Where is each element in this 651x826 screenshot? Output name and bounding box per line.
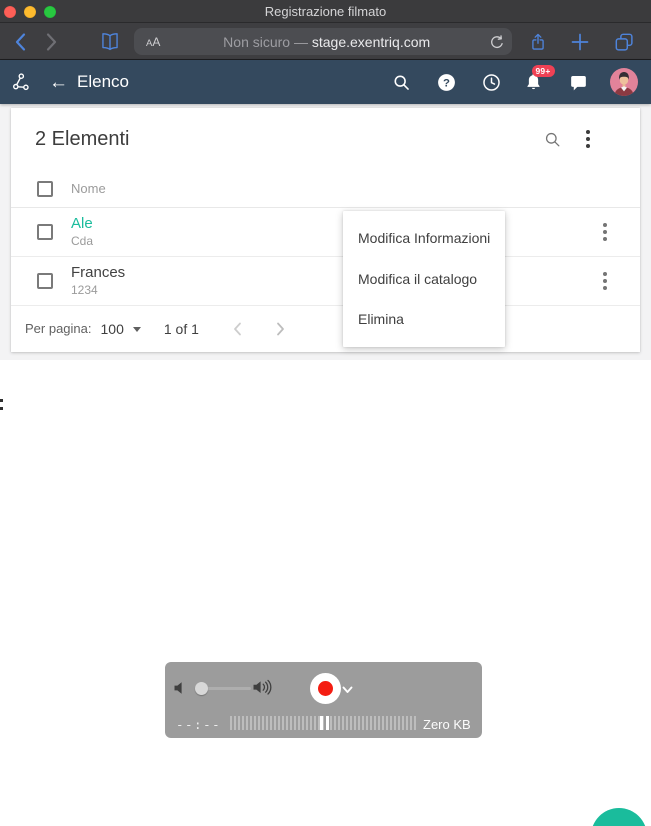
row-checkbox[interactable] xyxy=(37,273,53,289)
address-text: Non sicuro — stage.exentriq.com xyxy=(164,34,489,50)
add-fab-button[interactable] xyxy=(591,808,647,826)
per-page-label: Per pagina: xyxy=(25,321,92,336)
select-all-checkbox[interactable] xyxy=(37,181,53,197)
row-menu-button[interactable] xyxy=(601,221,609,243)
chevron-down-icon xyxy=(342,686,353,694)
list-search-button[interactable] xyxy=(543,130,562,149)
table-header-row: Nome xyxy=(11,170,640,208)
share-button[interactable] xyxy=(525,23,551,60)
app-header: ← Elenco ? 99+ xyxy=(0,60,651,104)
record-file-size: Zero KB xyxy=(423,717,471,732)
speaker-loud-icon xyxy=(253,679,274,696)
url-text: stage.exentriq.com xyxy=(312,34,430,50)
plus-icon xyxy=(571,33,589,51)
reading-list-button[interactable] xyxy=(96,23,124,60)
record-options-button[interactable] xyxy=(342,686,353,694)
menu-item-edit-info[interactable]: Modifica Informazioni xyxy=(343,218,505,259)
row-menu-button[interactable] xyxy=(601,270,609,292)
page-status: 1 of 1 xyxy=(164,321,199,337)
screen-recorder-panel: --:-- Zero KB xyxy=(165,662,482,738)
tabs-icon xyxy=(613,31,635,53)
traffic-lights xyxy=(4,0,56,23)
share-icon xyxy=(528,30,548,54)
window-titlebar: Registrazione filmato xyxy=(0,0,651,23)
apps-hub-button[interactable] xyxy=(11,72,31,92)
notifications-button[interactable]: 99+ xyxy=(518,60,548,104)
record-time: --:-- xyxy=(176,717,221,732)
chevron-right-icon xyxy=(48,34,55,49)
minimize-button[interactable] xyxy=(24,6,36,18)
address-bar[interactable]: AA Non sicuro — stage.exentriq.com xyxy=(134,28,512,55)
browser-toolbar: AA Non sicuro — stage.exentriq.com xyxy=(0,23,651,60)
context-menu: Modifica Informazioni Modifica il catalo… xyxy=(343,211,505,347)
book-icon xyxy=(99,31,121,53)
prev-page-button[interactable] xyxy=(233,322,242,336)
volume-max-button[interactable] xyxy=(253,679,274,696)
audio-level-meter xyxy=(230,716,417,730)
avatar-icon xyxy=(610,68,638,96)
table-row[interactable]: Ale Cda xyxy=(11,208,640,257)
chat-button[interactable] xyxy=(563,60,593,104)
left-edge-artifact xyxy=(0,399,3,412)
screen: Registrazione filmato AA Non sicuro — st… xyxy=(0,0,651,826)
chevron-left-icon xyxy=(233,322,242,336)
card-title: 2 Elementi xyxy=(35,128,543,151)
user-avatar[interactable] xyxy=(606,60,642,104)
window-title: Registrazione filmato xyxy=(265,4,386,19)
reload-icon xyxy=(489,34,504,50)
new-tab-button[interactable] xyxy=(567,23,593,60)
table-row[interactable]: Frances 1234 xyxy=(11,257,640,306)
hub-icon xyxy=(11,72,31,92)
forward-button[interactable] xyxy=(40,23,62,60)
history-button[interactable] xyxy=(476,60,506,104)
row-subtitle: Cda xyxy=(71,234,601,248)
record-dot-icon xyxy=(318,681,333,696)
chevron-right-icon xyxy=(276,322,285,336)
list-menu-button[interactable] xyxy=(584,128,592,150)
card-header: 2 Elementi xyxy=(11,108,640,170)
reload-button[interactable] xyxy=(489,34,504,50)
back-arrow-icon: ← xyxy=(49,73,68,92)
clock-icon xyxy=(481,72,502,93)
security-label: Non sicuro — xyxy=(223,34,308,50)
back-nav[interactable]: ← Elenco xyxy=(49,72,129,92)
menu-item-edit-catalog[interactable]: Modifica il catalogo xyxy=(343,259,505,300)
search-button[interactable] xyxy=(386,60,416,104)
column-header-name: Nome xyxy=(71,181,106,196)
list-card: 2 Elementi Nome Ale Cda Frances xyxy=(11,108,640,352)
chat-icon xyxy=(568,72,589,93)
search-icon xyxy=(391,72,412,93)
reader-options-button[interactable]: AA xyxy=(142,35,164,49)
row-name[interactable]: Frances xyxy=(71,265,601,282)
notification-badge: 99+ xyxy=(532,65,555,78)
speaker-muted-icon xyxy=(174,681,187,695)
pagination-bar: Per pagina: 100 1 of 1 xyxy=(11,306,640,351)
row-subtitle: 1234 xyxy=(71,283,601,297)
back-button[interactable] xyxy=(9,23,31,60)
mute-button[interactable] xyxy=(174,681,187,695)
record-button[interactable] xyxy=(310,673,341,704)
search-icon xyxy=(543,130,562,149)
close-button[interactable] xyxy=(4,6,16,18)
tab-overview-button[interactable] xyxy=(610,23,638,60)
next-page-button[interactable] xyxy=(276,322,285,336)
help-icon: ? xyxy=(436,72,457,93)
volume-slider-knob[interactable] xyxy=(195,682,208,695)
row-name-link[interactable]: Ale xyxy=(71,216,601,233)
per-page-select[interactable]: 100 xyxy=(101,321,141,337)
zoom-button[interactable] xyxy=(44,6,56,18)
help-button[interactable]: ? xyxy=(431,60,461,104)
caret-down-icon xyxy=(133,327,141,332)
back-nav-label: Elenco xyxy=(77,72,129,92)
audio-level-indicator xyxy=(320,716,330,730)
row-checkbox[interactable] xyxy=(37,224,53,240)
menu-item-delete[interactable]: Elimina xyxy=(343,299,505,340)
svg-text:?: ? xyxy=(443,77,450,89)
chevron-left-icon xyxy=(17,34,24,49)
